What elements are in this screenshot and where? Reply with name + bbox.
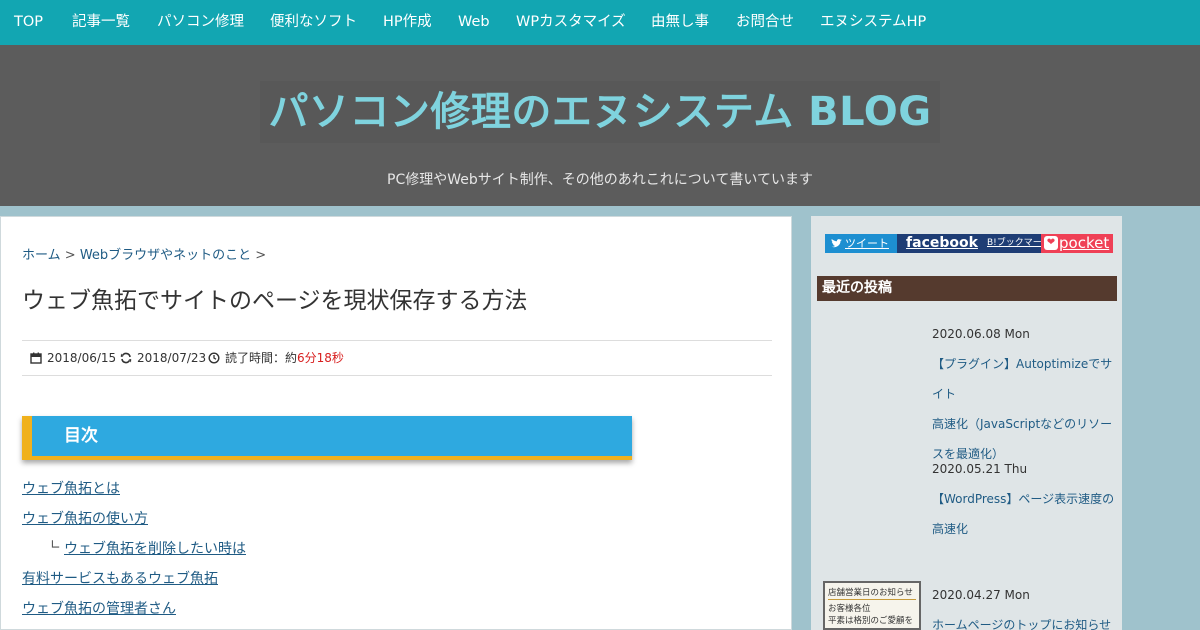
toc-item[interactable]: 有料サービスもあるウェブ魚拓: [22, 568, 218, 588]
recent-posts-heading-bar: 最近の投稿: [817, 276, 1117, 301]
nav-misc[interactable]: 由無し事: [651, 0, 709, 45]
toc-sub-marker: ∟: [50, 538, 61, 553]
article-panel: ホーム > Webブラウザやネットのこと > ウェブ魚拓でサイトのページを現状保…: [0, 216, 792, 630]
tweet-button[interactable]: ツイート: [825, 234, 897, 253]
read-time: 読了時間：約6分18秒: [208, 341, 344, 375]
twitter-bird-icon: [831, 239, 842, 248]
breadcrumb-home[interactable]: ホーム: [22, 248, 61, 263]
clock-icon: [208, 352, 220, 364]
post-meta: 2018/06/15 2018/07/23 読了時間：約6分18秒: [22, 340, 772, 376]
hatena-bookmark-button[interactable]: B!ブックマーク: [987, 234, 1051, 253]
published-date: 2018/06/15: [30, 341, 116, 375]
recent-post-date: 2020.05.21 Thu: [932, 462, 1028, 476]
recent-post-link[interactable]: ホームページのトップにお知らせ: [932, 610, 1122, 630]
post-title: ウェブ魚拓でサイトのページを現状保存する方法: [22, 288, 528, 314]
toc-subitem[interactable]: ウェブ魚拓を削除したい時は: [64, 538, 246, 558]
site-title[interactable]: パソコン修理のエヌシステム BLOG: [260, 81, 940, 143]
toc-heading: 目次: [64, 426, 98, 446]
nav-hp[interactable]: HP作成: [383, 0, 432, 45]
sidebar: ツイート facebook B!ブックマーク ❤ pocket 最近の投稿 202…: [811, 216, 1122, 630]
breadcrumb-separator: >: [255, 248, 267, 263]
nav-software[interactable]: 便利なソフト: [270, 0, 357, 45]
refresh-icon: [120, 352, 132, 364]
nav-wp-customize[interactable]: WPカスタマイズ: [516, 0, 626, 45]
pocket-button[interactable]: ❤ pocket: [1041, 234, 1113, 253]
facebook-share-button[interactable]: facebook: [897, 234, 987, 253]
recent-post-link[interactable]: 【プラグイン】Autoptimizeでサイト 高速化（JavaScriptなどのリ…: [932, 349, 1122, 469]
toc-item[interactable]: ウェブ魚拓の使い方: [22, 508, 148, 528]
toc-heading-bar: 目次: [22, 416, 632, 460]
nav-top[interactable]: TOP: [14, 0, 43, 45]
nav-pc-repair[interactable]: パソコン修理: [157, 0, 244, 45]
site-tagline: PC修理やWebサイト制作、その他のあれこれについて書いています: [387, 172, 813, 188]
recent-post-link[interactable]: 【WordPress】ページ表示速度の 高速化: [932, 484, 1122, 544]
recent-post-date: 2020.06.08 Mon: [932, 327, 1030, 341]
read-time-value: 6分18秒: [297, 351, 344, 365]
recent-posts-heading: 最近の投稿: [822, 280, 892, 296]
nav-company-site[interactable]: エヌシステムHP: [820, 0, 926, 45]
site-header: パソコン修理のエヌシステム BLOG PC修理やWebサイト制作、その他のあれこ…: [0, 45, 1200, 206]
nav-web[interactable]: Web: [458, 0, 490, 45]
global-nav: TOP 記事一覧 パソコン修理 便利なソフト HP作成 Web WPカスタマイズ…: [0, 0, 1200, 45]
calendar-icon: [30, 352, 42, 364]
recent-post-date: 2020.04.27 Mon: [932, 588, 1030, 602]
breadcrumb: ホーム > Webブラウザやネットのこと >: [22, 244, 266, 263]
breadcrumb-category[interactable]: Webブラウザやネットのこと: [80, 248, 251, 263]
pocket-icon: ❤: [1044, 236, 1058, 250]
nav-articles[interactable]: 記事一覧: [72, 0, 130, 45]
toc-item[interactable]: ウェブ魚拓の管理者さん: [22, 598, 176, 618]
recent-post-thumbnail[interactable]: 店舗営業日のお知らせ お客様各位 平素は格別のご愛顧を: [823, 581, 921, 630]
breadcrumb-separator: >: [64, 248, 76, 263]
toc-item[interactable]: ウェブ魚拓とは: [22, 478, 120, 498]
nav-contact[interactable]: お問合せ: [736, 0, 794, 45]
updated-date: 2018/07/23: [120, 341, 206, 375]
